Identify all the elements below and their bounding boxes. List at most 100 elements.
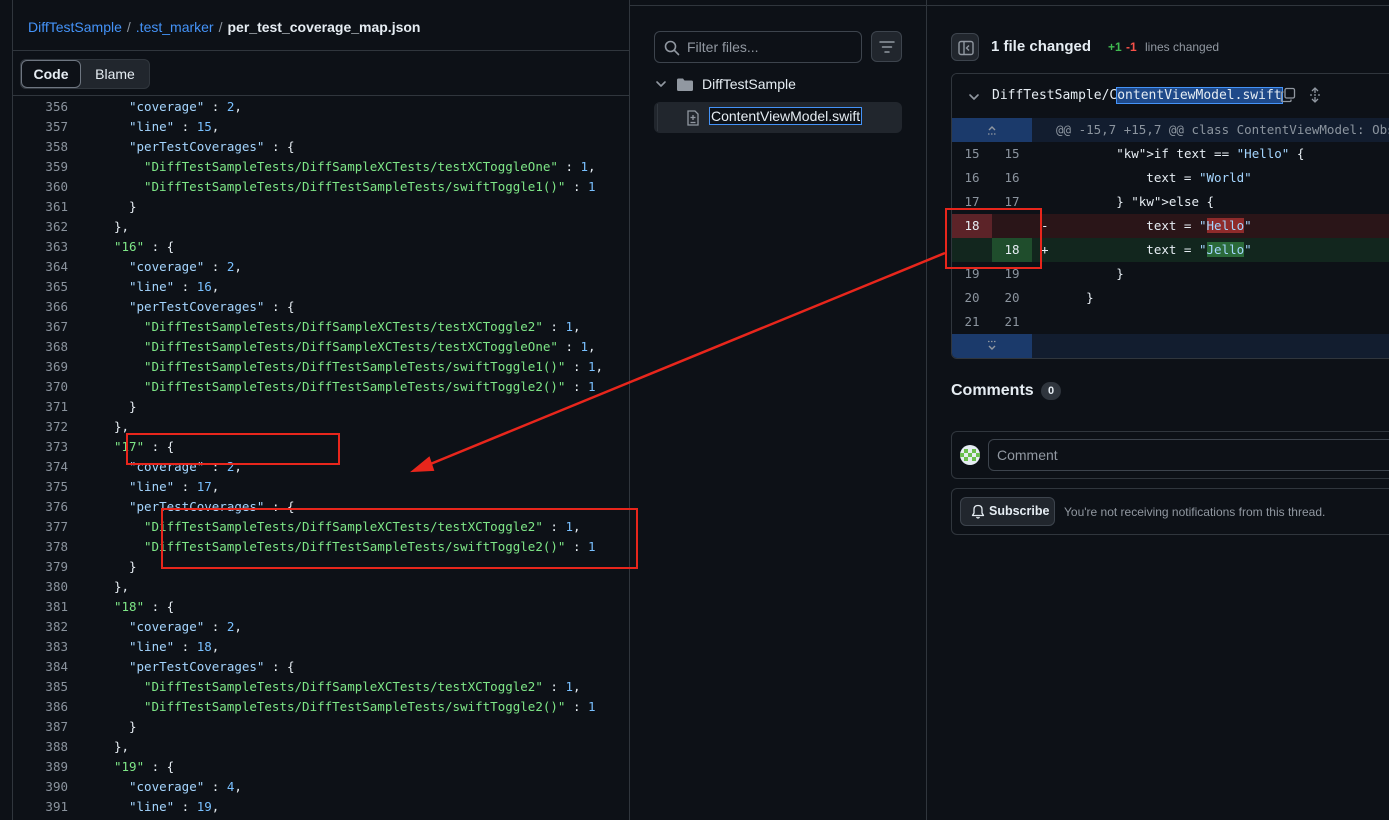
line-number[interactable]: 386: [12, 697, 68, 717]
line-number[interactable]: 379: [12, 557, 68, 577]
line-number[interactable]: 380: [12, 577, 68, 597]
line-number[interactable]: 382: [12, 617, 68, 637]
comment-input[interactable]: Comment: [988, 439, 1389, 471]
line-number[interactable]: 370: [12, 377, 68, 397]
code-token: :: [174, 119, 197, 134]
line-number[interactable]: 390: [12, 777, 68, 797]
line-number[interactable]: 388: [12, 737, 68, 757]
line-number[interactable]: 381: [12, 597, 68, 617]
new-line-number[interactable]: 15: [992, 142, 1032, 166]
line-number[interactable]: 357: [12, 117, 68, 137]
old-line-number[interactable]: 21: [952, 310, 992, 334]
diff-code: text = "Jello": [1056, 242, 1252, 257]
bell-icon: [971, 504, 985, 519]
new-line-number[interactable]: 16: [992, 166, 1032, 190]
expand-up-icon[interactable]: [952, 118, 1032, 142]
line-number[interactable]: 358: [12, 137, 68, 157]
line-number[interactable]: 371: [12, 397, 68, 417]
code-token: "DiffTestSampleTests/DiffTestSampleTests…: [144, 699, 566, 714]
line-number[interactable]: 376: [12, 497, 68, 517]
line-number[interactable]: 369: [12, 357, 68, 377]
line-number[interactable]: 372: [12, 417, 68, 437]
code-token: :: [204, 619, 227, 634]
code-token: ,: [595, 359, 604, 374]
line-number[interactable]: 361: [12, 197, 68, 217]
line-number[interactable]: 385: [12, 677, 68, 697]
diff-line: 21 21: [952, 310, 1389, 334]
code-token: "perTestCoverages": [129, 299, 265, 314]
code-token: "line": [129, 119, 175, 134]
code-token: "DiffTestSampleTests/DiffSampleXCTests/t…: [144, 319, 543, 334]
old-line-number[interactable]: 16: [952, 166, 992, 190]
line-number[interactable]: 383: [12, 637, 68, 657]
code-tab[interactable]: Code: [21, 60, 81, 88]
code-token: :: [204, 99, 227, 114]
code-line: 370 "DiffTestSampleTests/DiffTestSampleTe…: [12, 377, 629, 397]
line-number[interactable]: 368: [12, 337, 68, 357]
line-number[interactable]: 377: [12, 517, 68, 537]
expand-down-icon[interactable]: [952, 334, 1032, 358]
line-number[interactable]: 384: [12, 657, 68, 677]
line-number[interactable]: 389: [12, 757, 68, 777]
code-line: 356 "coverage" : 2,: [12, 97, 629, 117]
filter-options-button[interactable]: [871, 31, 902, 62]
code-line: 362},: [12, 217, 629, 237]
lines-changed-label: lines changed: [1145, 40, 1220, 54]
new-line-number[interactable]: 20: [992, 286, 1032, 310]
line-number[interactable]: 363: [12, 237, 68, 257]
line-content: "DiffTestSampleTests/DiffSampleXCTests/t…: [84, 337, 596, 357]
expand-all-icon[interactable]: [1309, 87, 1321, 103]
line-content: "coverage" : 2,: [84, 97, 242, 117]
code-token: "19": [114, 759, 145, 774]
file-tree-pane: Filter files... DiffTestSample ContentVi…: [630, 0, 927, 820]
line-number[interactable]: 391: [12, 797, 68, 817]
new-line-number[interactable]: 21: [992, 310, 1032, 334]
code-line: 391 "line" : 19,: [12, 797, 629, 817]
code-token: 19: [196, 799, 212, 814]
line-number[interactable]: 374: [12, 457, 68, 477]
old-line-number[interactable]: 15: [952, 142, 992, 166]
code-token: 18: [196, 639, 212, 654]
diff-code: } "kw">else {: [1056, 194, 1215, 209]
toggle-file-tree-button[interactable]: [951, 33, 979, 61]
breadcrumb-dir-link[interactable]: .test_marker: [136, 19, 214, 35]
line-number[interactable]: 378: [12, 537, 68, 557]
line-number[interactable]: 367: [12, 317, 68, 337]
line-content: "18" : {: [84, 597, 174, 617]
code-token: : {: [264, 139, 295, 154]
code-token: ,: [234, 259, 242, 274]
code-token: ,: [234, 99, 242, 114]
line-number[interactable]: 360: [12, 177, 68, 197]
line-content: "line" : 18,: [84, 637, 219, 657]
line-number[interactable]: 365: [12, 277, 68, 297]
tree-file-item-selected[interactable]: ContentViewModel.swift: [654, 102, 902, 133]
code-token: ,: [572, 319, 581, 334]
filter-files-input[interactable]: Filter files...: [654, 31, 862, 63]
breadcrumb-repo-link[interactable]: DiffTestSample: [28, 19, 122, 35]
code-token: ,: [572, 679, 581, 694]
old-line-number[interactable]: 20: [952, 286, 992, 310]
line-content: "coverage" : 2,: [84, 617, 242, 637]
code-token: ,: [211, 479, 220, 494]
code-token: :: [542, 319, 566, 334]
code-token: }: [129, 399, 137, 414]
diff-code: }: [1056, 266, 1124, 281]
line-number[interactable]: 356: [12, 97, 68, 117]
copy-icon[interactable]: [1280, 87, 1296, 103]
chevron-down-icon[interactable]: [968, 91, 980, 103]
blame-tab[interactable]: Blame: [81, 60, 149, 88]
line-number[interactable]: 375: [12, 477, 68, 497]
line-number[interactable]: 359: [12, 157, 68, 177]
code-token: }: [129, 559, 137, 574]
line-number[interactable]: 364: [12, 257, 68, 277]
code-token: "line": [129, 479, 175, 494]
line-number[interactable]: 362: [12, 217, 68, 237]
line-number[interactable]: 373: [12, 437, 68, 457]
line-content: "DiffTestSampleTests/DiffTestSampleTests…: [84, 177, 596, 197]
line-number[interactable]: 366: [12, 297, 68, 317]
diff-file-path[interactable]: DiffTestSample/ContentViewModel.swift: [992, 87, 1283, 104]
breadcrumb-sep: /: [218, 19, 223, 35]
code-token: "DiffTestSampleTests/DiffTestSampleTests…: [144, 359, 566, 374]
subscribe-button[interactable]: Subscribe: [960, 497, 1055, 526]
line-number[interactable]: 387: [12, 717, 68, 737]
